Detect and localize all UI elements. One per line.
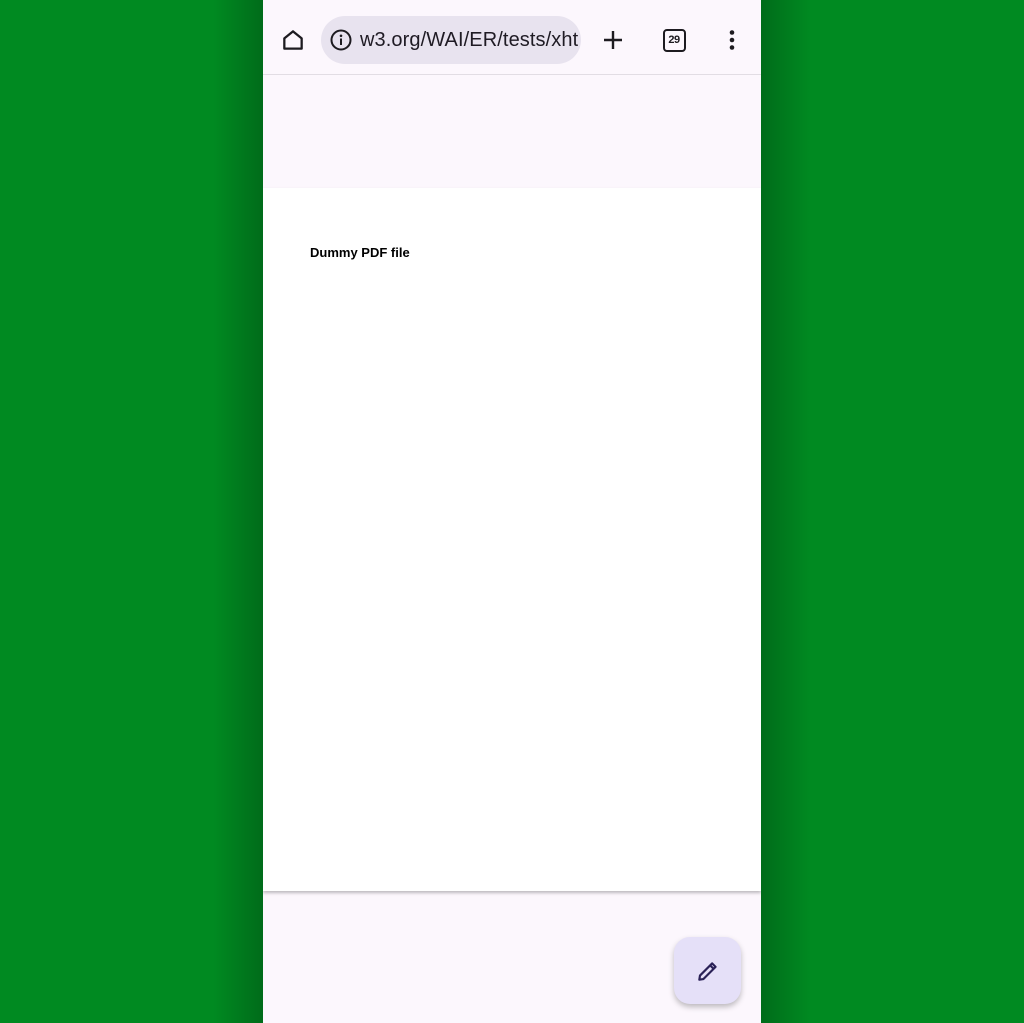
more-vert-icon — [729, 30, 735, 50]
background-shadow-left — [213, 0, 263, 1023]
address-bar[interactable]: w3.org/WAI/ER/tests/xht — [321, 16, 581, 64]
pencil-icon — [697, 961, 717, 981]
plus-icon — [604, 31, 622, 49]
pdf-page[interactable]: Dummy PDF file — [263, 188, 761, 891]
info-icon[interactable] — [329, 28, 353, 52]
url-text[interactable]: w3.org/WAI/ER/tests/xht — [360, 29, 578, 52]
edit-fab-button[interactable] — [674, 937, 741, 1004]
home-button[interactable] — [271, 18, 315, 62]
tab-switcher-icon: 29 — [662, 28, 686, 52]
tab-count: 29 — [668, 34, 680, 46]
pdf-title: Dummy PDF file — [310, 245, 410, 260]
viewer-top-area — [263, 75, 761, 188]
new-tab-button[interactable] — [591, 18, 635, 62]
browser-toolbar: w3.org/WAI/ER/tests/xht 29 — [263, 0, 761, 75]
browser-window: w3.org/WAI/ER/tests/xht 29 Dummy PDF fil… — [263, 0, 761, 1023]
background-shadow-right — [761, 0, 811, 1023]
home-icon — [283, 30, 303, 50]
menu-button[interactable] — [710, 18, 754, 62]
tab-switcher-button[interactable]: 29 — [652, 18, 696, 62]
